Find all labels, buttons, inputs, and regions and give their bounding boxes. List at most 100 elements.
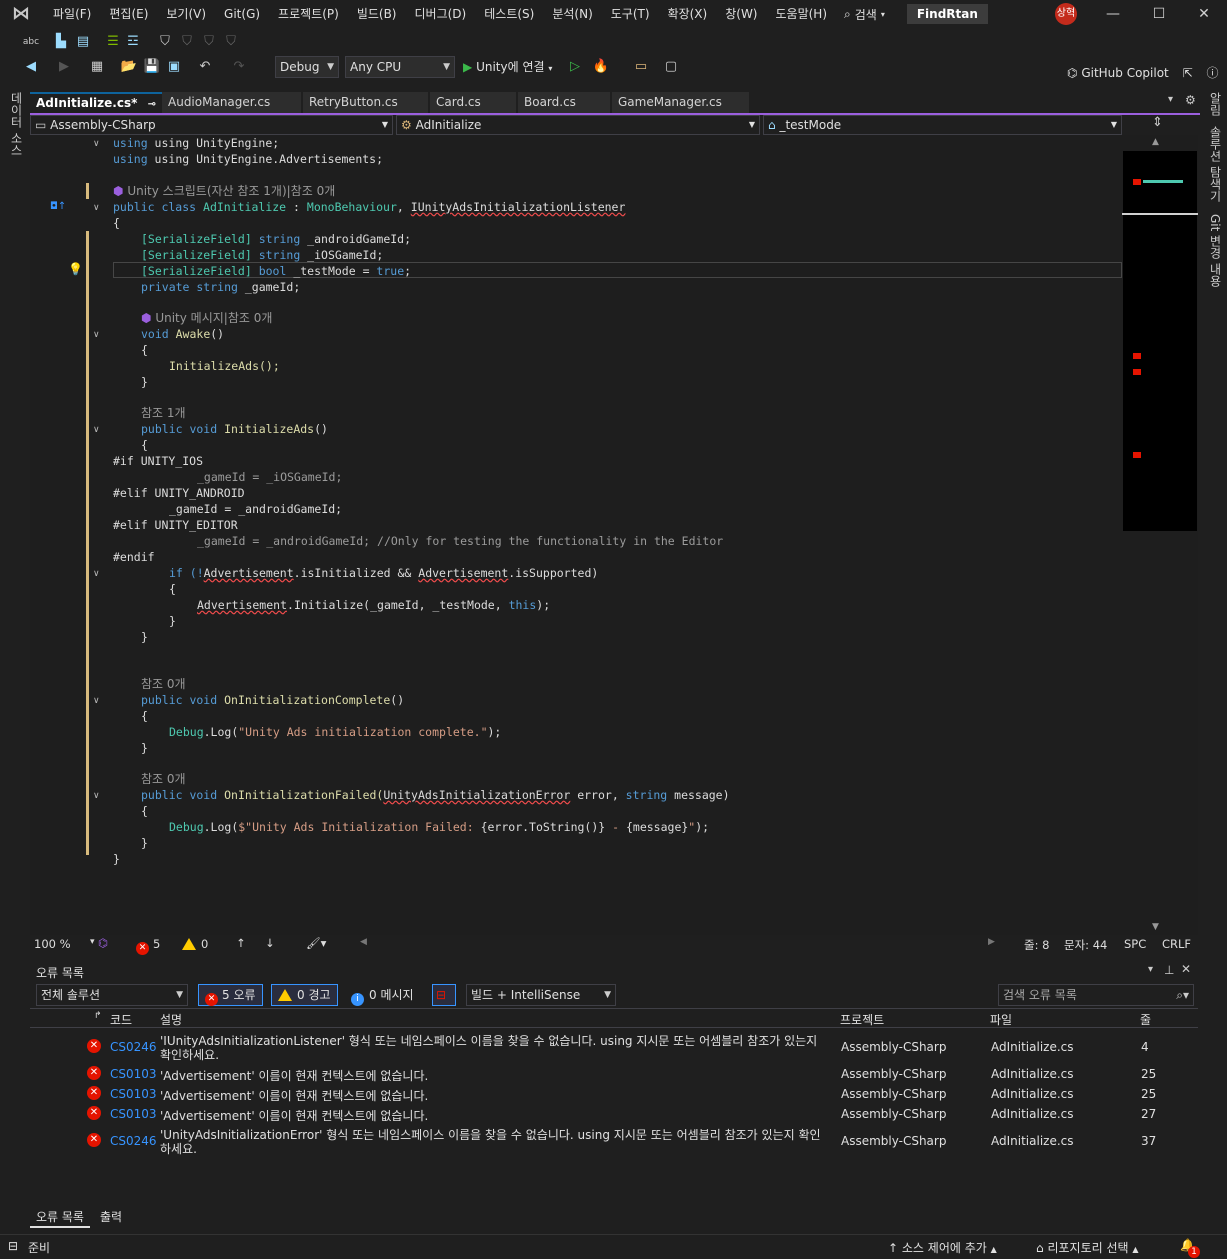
next-issue-icon[interactable]: ↓	[265, 936, 275, 950]
minimize-button[interactable]: —	[1090, 0, 1136, 28]
git-changes-tab[interactable]: Git 변경 내용	[1207, 214, 1224, 287]
menu-test[interactable]: 테스트(S)	[475, 0, 543, 28]
menu-analyze[interactable]: 분석(N)	[543, 0, 601, 28]
solution-explorer-tab[interactable]: 솔루션 탐색기	[1207, 126, 1224, 202]
maximize-button[interactable]: ☐	[1136, 0, 1182, 28]
avatar[interactable]: 상혁	[1055, 3, 1077, 25]
fold-toggle[interactable]: ∨	[93, 203, 103, 213]
menu-window[interactable]: 창(W)	[716, 0, 766, 28]
gear-icon[interactable]: ⚙	[1185, 93, 1196, 107]
whitespace-mode[interactable]: SPC	[1124, 937, 1146, 951]
line-ending[interactable]: CRLF	[1162, 937, 1191, 951]
fold-toggle[interactable]: ∨	[93, 139, 103, 149]
fold-toggle[interactable]: ∨	[93, 425, 103, 435]
messages-filter-button[interactable]: i0 메시지	[344, 984, 421, 1006]
prev-bookmark-icon[interactable]: ⛉	[178, 33, 196, 51]
codelens-awake[interactable]: ⬢ Unity 메시지|참조 0개	[113, 310, 272, 326]
implementation-margin-icon[interactable]: ◘↑	[50, 201, 66, 212]
table-row[interactable]: ✕ CS0103 'Advertisement' 이름이 현재 컨텍스트에 없습…	[30, 1086, 1198, 1104]
menu-edit[interactable]: 편집(E)	[100, 0, 157, 28]
error-code-link[interactable]: CS0246	[110, 1040, 157, 1054]
code-cleanup-icon[interactable]: 🖌▾	[306, 936, 326, 950]
open-file-icon[interactable]: 📂	[120, 58, 138, 76]
lightbulb-icon[interactable]: 💡	[68, 262, 83, 276]
platform-dropdown[interactable]: Any CPU ▼	[345, 56, 455, 78]
menu-project[interactable]: 프로젝트(P)	[269, 0, 348, 28]
sort-icon[interactable]: ↱	[94, 1011, 102, 1021]
header-line[interactable]: 줄	[1140, 1011, 1151, 1028]
parameter-info-icon[interactable]: ▤	[74, 33, 92, 51]
next-bookmark-icon[interactable]: ⛉	[200, 33, 218, 51]
fold-toggle[interactable]: ∨	[93, 569, 103, 579]
select-repository-button[interactable]: ⌂ 리포지토리 선택 ▲	[1036, 1239, 1139, 1256]
scroll-left-icon[interactable]: ◀	[360, 937, 367, 947]
header-description[interactable]: 설명	[160, 1011, 182, 1028]
header-file[interactable]: 파일	[990, 1011, 1012, 1028]
tab-error-list[interactable]: 오류 목록	[30, 1206, 90, 1228]
pin-icon[interactable]: ⊥	[1164, 963, 1174, 977]
tab-adinitialize[interactable]: AdInitialize.cs* ⊸ ✕	[30, 92, 163, 130]
navigate-forward-icon[interactable]: ▶	[55, 58, 73, 76]
error-count[interactable]: ✕ 5	[136, 937, 160, 955]
redo-icon[interactable]: ↷	[230, 58, 248, 76]
zoom-level[interactable]: 100 %	[34, 937, 71, 951]
global-search[interactable]: ⌕ 검색 ▾	[836, 6, 893, 23]
project-dropdown[interactable]: ▭ Assembly-CSharp ▼	[30, 115, 393, 135]
copilot-status-icon[interactable]: ⌬	[98, 936, 108, 950]
hot-reload-icon[interactable]: 🔥	[592, 58, 610, 76]
error-code-link[interactable]: CS0103	[110, 1087, 157, 1101]
fold-toggle[interactable]: ∨	[93, 791, 103, 801]
chevron-down-icon[interactable]: ▾	[90, 937, 95, 947]
scope-dropdown[interactable]: 전체 솔루션 ▼	[36, 984, 188, 1006]
error-code-link[interactable]: CS0103	[110, 1067, 157, 1081]
notifications-tab[interactable]: 알림	[1207, 92, 1224, 116]
navigate-back-icon[interactable]: ◀	[22, 58, 40, 76]
uncomment-icon[interactable]: ☲	[124, 33, 142, 51]
tab-card[interactable]: Card.cs	[430, 92, 517, 113]
tab-retrybutton[interactable]: RetryButton.cs	[303, 92, 429, 113]
warning-count[interactable]: 0	[182, 937, 208, 951]
tab-output[interactable]: 출력	[94, 1206, 128, 1228]
data-sources-tab[interactable]: 데이터 소스	[8, 92, 25, 156]
error-code-link[interactable]: CS0103	[110, 1107, 157, 1121]
prev-issue-icon[interactable]: ↑	[236, 936, 246, 950]
table-row[interactable]: ✕ CS0246 'UnityAdsInitializationError' 형…	[30, 1126, 1198, 1156]
fold-toggle[interactable]: ∨	[93, 696, 103, 706]
fold-toggle[interactable]: ∨	[93, 330, 103, 340]
codelens-complete[interactable]: 참조 0개	[113, 676, 186, 692]
scroll-right-icon[interactable]: ▶	[988, 937, 995, 947]
source-control-button[interactable]: ↑ 소스 제어에 추가 ▲	[888, 1239, 997, 1256]
scroll-down-icon[interactable]: ▼	[1152, 922, 1159, 932]
menu-git[interactable]: Git(G)	[215, 0, 269, 28]
codelens-initializeads[interactable]: 참조 1개	[113, 405, 186, 421]
tab-audiomanager[interactable]: AudioManager.cs	[162, 92, 302, 113]
menu-help[interactable]: 도움말(H)	[767, 0, 837, 28]
class-dropdown[interactable]: ⚙ AdInitialize ▼	[396, 115, 760, 135]
panel-menu-icon[interactable]: ▾	[1148, 964, 1153, 975]
menu-extensions[interactable]: 확장(X)	[659, 0, 717, 28]
error-code-link[interactable]: CS0246	[110, 1134, 157, 1148]
window-layout-icon[interactable]: ▢	[662, 58, 680, 76]
new-item-icon[interactable]: ▦	[88, 58, 106, 76]
start-without-debug-icon[interactable]: ▷	[566, 58, 584, 76]
code-editor[interactable]: ◘↑ 💡 ∨ using using UnityEngine; using us…	[30, 135, 1122, 935]
menu-debug[interactable]: 디버그(D)	[406, 0, 476, 28]
errors-filter-button[interactable]: ✕ 5 오류	[198, 984, 263, 1006]
solution-name[interactable]: FindRtan	[906, 4, 988, 24]
close-icon[interactable]: ✕	[1181, 962, 1191, 976]
filter-open-docs-icon[interactable]: ⊟	[432, 984, 456, 1006]
table-row[interactable]: ✕ CS0103 'Advertisement' 이름이 현재 컨텍스트에 없습…	[30, 1066, 1198, 1084]
codelens-class[interactable]: ⬢ Unity 스크립트(자산 참조 1개)|참조 0개	[113, 183, 335, 199]
clear-bookmarks-icon[interactable]: ⛉	[222, 33, 240, 51]
column-number[interactable]: 문자: 44	[1064, 937, 1107, 953]
menu-build[interactable]: 빌드(B)	[348, 0, 406, 28]
codelens-failed[interactable]: 참조 0개	[113, 771, 186, 787]
tab-board[interactable]: Board.cs	[518, 92, 611, 113]
pin-icon[interactable]: ⊸	[148, 99, 156, 110]
split-editor-icon[interactable]: ⇕	[1152, 115, 1163, 130]
menu-tools[interactable]: 도구(T)	[602, 0, 659, 28]
bookmark-icon[interactable]: ⛉	[156, 33, 174, 51]
quick-info-icon[interactable]: ▙	[52, 33, 70, 51]
header-code[interactable]: 코드	[110, 1011, 132, 1028]
menu-view[interactable]: 보기(V)	[157, 0, 215, 28]
